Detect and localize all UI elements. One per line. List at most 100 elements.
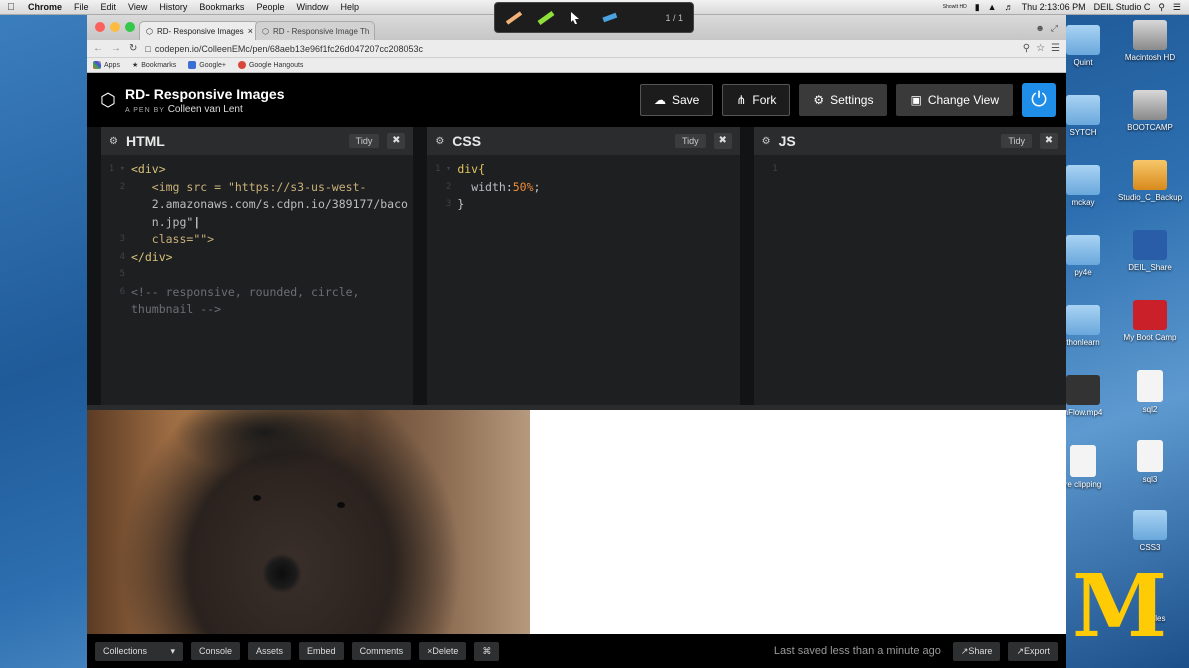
browser-window: ⬡ RD- Responsive Images × ⬡ RD - Respons… xyxy=(87,15,1066,668)
reload-icon[interactable]: ↻ xyxy=(129,43,137,54)
fullscreen-icon[interactable]: ⤢ xyxy=(1051,23,1058,34)
gear-icon[interactable]: ⚙ xyxy=(435,136,444,147)
eraser-icon[interactable] xyxy=(601,11,619,25)
fork-icon: ⋔ xyxy=(736,93,747,107)
preview-pane[interactable] xyxy=(87,410,1066,634)
tidy-button[interactable]: Tidy xyxy=(1001,134,1032,148)
volume-icon[interactable]: ♬ xyxy=(1005,2,1014,12)
css-editor[interactable]: ⚙ CSS Tidy ✖ 1 ▾ div{ 2 width:50%; 3} xyxy=(427,127,740,405)
menu-app-name[interactable]: Chrome xyxy=(22,2,68,12)
html-editor[interactable]: ⚙ HTML Tidy ✖ 1 ▾ <div> 2 <img src = "htt… xyxy=(101,127,414,405)
fork-button[interactable]: ⋔ Fork xyxy=(722,84,791,116)
code-line: <div> xyxy=(131,162,166,176)
menu-icon[interactable]: ☰ xyxy=(1051,43,1060,54)
tidy-button[interactable]: Tidy xyxy=(674,134,706,148)
menu-edit[interactable]: Edit xyxy=(95,2,123,12)
gear-icon[interactable]: ⚙ xyxy=(762,136,771,147)
export-icon: ↗ xyxy=(1016,645,1024,656)
js-editor[interactable]: ⚙ JS Tidy ✖ 1 xyxy=(753,127,1066,405)
desktop-icon-css3[interactable]: CSS3 xyxy=(1115,510,1185,552)
export-button[interactable]: ↗Export xyxy=(1008,641,1058,661)
js-code[interactable]: 1 xyxy=(754,155,1066,179)
html-code[interactable]: 1 ▾ <div> 2 <img src = "https://s3-us-wes… xyxy=(101,155,413,319)
desktop-icon-my-boot-camp[interactable]: My Boot Camp xyxy=(1115,300,1185,342)
profile-icon[interactable]: ☻ xyxy=(1035,23,1044,34)
spotlight-icon[interactable]: ⚲ xyxy=(1158,2,1165,13)
codepen-header: ⬡ RD- Responsive Images A PEN BY Colleen… xyxy=(87,73,1066,127)
pencil-icon[interactable] xyxy=(505,10,523,25)
apple-icon[interactable]:  xyxy=(0,2,22,13)
console-button[interactable]: Console xyxy=(191,642,241,660)
desktop-icon-bootcamp[interactable]: BOOTCAMP xyxy=(1115,90,1185,132)
share-button[interactable]: ↗Share xyxy=(952,641,1001,661)
desktop-icon-deil-share[interactable]: DEIL_Share xyxy=(1115,230,1185,272)
bookmark-bookmarks[interactable]: ★ Bookmarks xyxy=(131,61,176,70)
bookmark-star-icon[interactable]: ☆ xyxy=(1036,43,1045,54)
bookmark-google-hangouts[interactable]: Google Hangouts xyxy=(237,61,303,69)
assets-button[interactable]: Assets xyxy=(248,642,292,660)
forward-arrow-icon[interactable]: → xyxy=(111,43,121,54)
comments-button[interactable]: Comments xyxy=(351,642,412,660)
collections-dropdown[interactable]: Collections ▾ xyxy=(95,641,183,661)
tidy-button[interactable]: Tidy xyxy=(348,134,380,148)
keyboard-shortcuts-button[interactable]: ⌘ xyxy=(474,641,500,661)
minimize-window-button[interactable] xyxy=(110,22,120,32)
codepen-logo-icon[interactable]: ⬡ xyxy=(97,89,119,111)
code-line: <!-- responsive, rounded, circle, xyxy=(131,284,360,299)
menubar-clock[interactable]: Thu 2:13:06 PM xyxy=(1022,2,1086,12)
menu-bookmarks[interactable]: Bookmarks xyxy=(193,2,250,12)
url-field[interactable]: □ codepen.io/ColleenEMc/pen/68aeb13e96f1… xyxy=(145,44,1014,54)
desktop-icon-sql3[interactable]: sql3 xyxy=(1115,440,1185,484)
code-line: div{ xyxy=(457,162,486,176)
close-tab-icon[interactable]: × xyxy=(373,26,374,36)
code-line: n.jpg" xyxy=(151,214,194,229)
desktop-icon-macintosh-hd[interactable]: Macintosh HD xyxy=(1115,20,1185,62)
close-window-button[interactable] xyxy=(95,22,105,32)
delete-button[interactable]: ×Delete xyxy=(419,642,467,660)
menu-help[interactable]: Help xyxy=(334,2,365,12)
desktop-icon-sql2[interactable]: sql2 xyxy=(1115,370,1185,414)
gear-icon[interactable]: ⚙ xyxy=(109,136,118,147)
close-tab-icon[interactable]: × xyxy=(248,26,253,36)
annotation-page-count: 1 / 1 xyxy=(665,12,683,23)
desktop-icon-studio-c-backup[interactable]: Studio_C_Backup xyxy=(1115,160,1185,202)
highlighter-icon[interactable] xyxy=(537,10,555,25)
close-editor-icon[interactable]: ✖ xyxy=(713,133,732,149)
pen-title[interactable]: RD- Responsive Images xyxy=(125,86,285,102)
bookmark-apps[interactable]: Apps xyxy=(93,61,120,69)
tab-rd-responsive-images[interactable]: ⬡ RD- Responsive Images × xyxy=(139,21,259,40)
star-icon: ★ xyxy=(131,62,139,69)
save-button[interactable]: ☁ Save xyxy=(639,84,714,116)
change-view-button[interactable]: ▣ Change View xyxy=(896,84,1013,116)
menubar-user[interactable]: DEIL Studio C xyxy=(1094,2,1151,12)
folder-icon xyxy=(1066,165,1100,195)
power-icon[interactable]: ⏻ xyxy=(1022,83,1056,117)
settings-button[interactable]: ⚙ Settings xyxy=(799,84,888,116)
pen-author-link[interactable]: Colleen van Lent xyxy=(168,104,243,115)
menu-people[interactable]: People xyxy=(250,2,290,12)
menu-window[interactable]: Window xyxy=(290,2,334,12)
menu-file[interactable]: File xyxy=(68,2,95,12)
menubar-status-area: ShowIt HD ▮ ▲ ♬ Thu 2:13:06 PM DEIL Stud… xyxy=(943,2,1189,13)
battery-icon[interactable]: ▮ xyxy=(975,2,980,13)
embed-button[interactable]: Embed xyxy=(299,642,344,660)
close-editor-icon[interactable]: ✖ xyxy=(387,133,406,149)
close-editor-icon[interactable]: ✖ xyxy=(1039,133,1058,149)
back-arrow-icon[interactable]: ← xyxy=(93,43,103,54)
zoom-window-button[interactable] xyxy=(125,22,135,32)
code-line: } xyxy=(457,197,465,211)
editor-lang-html: HTML xyxy=(125,133,165,149)
code-line: 2.amazonaws.com/s.cdpn.io/389177/baco xyxy=(151,197,408,211)
css-code[interactable]: 1 ▾ div{ 2 width:50%; 3} xyxy=(427,155,739,214)
search-icon[interactable]: ⚲ xyxy=(1023,43,1030,54)
wifi-icon[interactable]: ▲ xyxy=(988,2,997,12)
html-editor-header: ⚙ HTML Tidy ✖ xyxy=(101,127,414,155)
cursor-icon[interactable] xyxy=(569,11,587,25)
list-icon[interactable]: ☰ xyxy=(1173,2,1181,13)
menu-history[interactable]: History xyxy=(153,2,193,12)
tab-rd-responsive-image-th[interactable]: ⬡ RD - Responsive Image Th × xyxy=(255,21,375,40)
editor-panes: ⚙ HTML Tidy ✖ 1 ▾ <div> 2 <img src = "htt… xyxy=(87,127,1066,415)
menu-view[interactable]: View xyxy=(122,2,153,12)
css-editor-header: ⚙ CSS Tidy ✖ xyxy=(427,127,740,155)
bookmark-google-plus[interactable]: Google+ xyxy=(188,61,226,69)
